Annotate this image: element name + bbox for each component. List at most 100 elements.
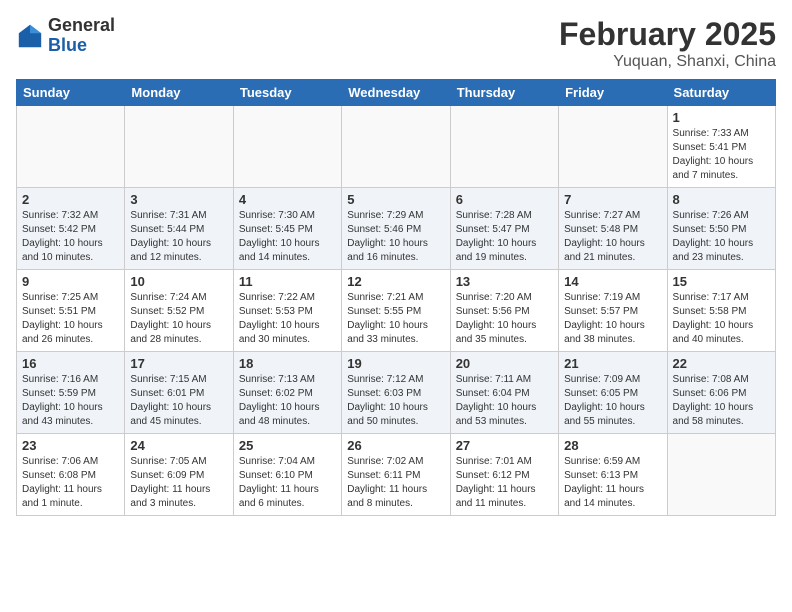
calendar-cell [559,106,667,188]
day-info: Sunrise: 7:31 AM Sunset: 5:44 PM Dayligh… [130,209,227,265]
calendar-cell: 4 Sunrise: 7:30 AM Sunset: 5:45 PM Daylig… [233,188,341,270]
calendar-cell: 18 Sunrise: 7:13 AM Sunset: 6:02 PM Dayli… [233,352,341,434]
calendar-cell: 16Sunrise: 7:16 AM Sunset: 5:59 PM Dayli… [17,352,125,434]
day-info: Sunrise: 7:33 AM Sunset: 5:41 PM Dayligh… [673,127,770,183]
title-block: February 2025 Yuquan, Shanxi, China [559,16,776,71]
day-number: 6 [456,192,553,207]
day-info: Sunrise: 7:29 AM Sunset: 5:46 PM Dayligh… [347,209,444,265]
day-info: Sunrise: 7:02 AM Sunset: 6:11 PM Dayligh… [347,455,444,511]
day-info: Sunrise: 7:15 AM Sunset: 6:01 PM Dayligh… [130,373,227,429]
day-number: 4 [239,192,336,207]
calendar-cell: 12Sunrise: 7:21 AM Sunset: 5:55 PM Dayli… [342,270,450,352]
month-title: February 2025 [559,16,776,53]
calendar-cell: 19 Sunrise: 7:12 AM Sunset: 6:03 PM Dayli… [342,352,450,434]
day-number: 21 [564,356,661,371]
weekday-header: Friday [559,80,667,106]
day-number: 15 [673,274,770,289]
day-info: Sunrise: 7:12 AM Sunset: 6:03 PM Dayligh… [347,373,444,429]
day-number: 10 [130,274,227,289]
weekday-header: Sunday [17,80,125,106]
day-number: 24 [130,438,227,453]
calendar-cell: 11 Sunrise: 7:22 AM Sunset: 5:53 PM Dayli… [233,270,341,352]
calendar-cell [342,106,450,188]
day-info: Sunrise: 7:22 AM Sunset: 5:53 PM Dayligh… [239,291,336,347]
day-info: Sunrise: 7:09 AM Sunset: 6:05 PM Dayligh… [564,373,661,429]
day-info: Sunrise: 7:17 AM Sunset: 5:58 PM Dayligh… [673,291,770,347]
calendar-cell: 13 Sunrise: 7:20 AM Sunset: 5:56 PM Dayli… [450,270,558,352]
day-info: Sunrise: 7:11 AM Sunset: 6:04 PM Dayligh… [456,373,553,429]
logo-blue: Blue [48,36,115,56]
calendar-cell: 9 Sunrise: 7:25 AM Sunset: 5:51 PM Daylig… [17,270,125,352]
calendar-cell: 25 Sunrise: 7:04 AM Sunset: 6:10 PM Dayli… [233,434,341,516]
calendar-cell: 24 Sunrise: 7:05 AM Sunset: 6:09 PM Dayli… [125,434,233,516]
calendar-table: SundayMondayTuesdayWednesdayThursdayFrid… [16,79,776,516]
day-number: 16 [22,356,119,371]
weekday-header: Tuesday [233,80,341,106]
day-info: Sunrise: 7:13 AM Sunset: 6:02 PM Dayligh… [239,373,336,429]
calendar-week-row: 1 Sunrise: 7:33 AM Sunset: 5:41 PM Daylig… [17,106,776,188]
day-info: Sunrise: 7:01 AM Sunset: 6:12 PM Dayligh… [456,455,553,511]
calendar-cell: 15 Sunrise: 7:17 AM Sunset: 5:58 PM Dayli… [667,270,775,352]
day-number: 23 [22,438,119,453]
day-number: 18 [239,356,336,371]
calendar-cell: 28 Sunrise: 6:59 AM Sunset: 6:13 PM Dayli… [559,434,667,516]
calendar-cell: 17 Sunrise: 7:15 AM Sunset: 6:01 PM Dayli… [125,352,233,434]
day-number: 26 [347,438,444,453]
calendar-cell: 6Sunrise: 7:28 AM Sunset: 5:47 PM Daylig… [450,188,558,270]
day-number: 8 [673,192,770,207]
day-number: 22 [673,356,770,371]
calendar-week-row: 9 Sunrise: 7:25 AM Sunset: 5:51 PM Daylig… [17,270,776,352]
calendar-week-row: 23 Sunrise: 7:06 AM Sunset: 6:08 PM Dayli… [17,434,776,516]
day-number: 2 [22,192,119,207]
calendar-cell: 3Sunrise: 7:31 AM Sunset: 5:44 PM Daylig… [125,188,233,270]
day-number: 25 [239,438,336,453]
weekday-header: Saturday [667,80,775,106]
day-info: Sunrise: 7:32 AM Sunset: 5:42 PM Dayligh… [22,209,119,265]
day-info: Sunrise: 7:20 AM Sunset: 5:56 PM Dayligh… [456,291,553,347]
day-number: 9 [22,274,119,289]
day-number: 13 [456,274,553,289]
weekday-header-row: SundayMondayTuesdayWednesdayThursdayFrid… [17,80,776,106]
logo: General Blue [16,16,115,56]
day-number: 27 [456,438,553,453]
day-info: Sunrise: 7:04 AM Sunset: 6:10 PM Dayligh… [239,455,336,511]
logo-text: General Blue [48,16,115,56]
day-number: 1 [673,110,770,125]
page-header: General Blue February 2025 Yuquan, Shanx… [16,16,776,71]
day-info: Sunrise: 7:08 AM Sunset: 6:06 PM Dayligh… [673,373,770,429]
day-info: Sunrise: 7:24 AM Sunset: 5:52 PM Dayligh… [130,291,227,347]
calendar-cell: 10 Sunrise: 7:24 AM Sunset: 5:52 PM Dayli… [125,270,233,352]
day-number: 20 [456,356,553,371]
day-number: 17 [130,356,227,371]
calendar-cell: 1 Sunrise: 7:33 AM Sunset: 5:41 PM Daylig… [667,106,775,188]
day-info: Sunrise: 7:30 AM Sunset: 5:45 PM Dayligh… [239,209,336,265]
calendar-cell [233,106,341,188]
day-info: Sunrise: 7:26 AM Sunset: 5:50 PM Dayligh… [673,209,770,265]
day-info: Sunrise: 7:06 AM Sunset: 6:08 PM Dayligh… [22,455,119,511]
day-number: 14 [564,274,661,289]
calendar-cell [17,106,125,188]
day-info: Sunrise: 7:25 AM Sunset: 5:51 PM Dayligh… [22,291,119,347]
day-number: 5 [347,192,444,207]
day-number: 7 [564,192,661,207]
day-info: Sunrise: 7:19 AM Sunset: 5:57 PM Dayligh… [564,291,661,347]
day-info: Sunrise: 6:59 AM Sunset: 6:13 PM Dayligh… [564,455,661,511]
day-number: 28 [564,438,661,453]
calendar-cell: 27 Sunrise: 7:01 AM Sunset: 6:12 PM Dayli… [450,434,558,516]
calendar-cell: 7Sunrise: 7:27 AM Sunset: 5:48 PM Daylig… [559,188,667,270]
calendar-cell [125,106,233,188]
calendar-cell: 14 Sunrise: 7:19 AM Sunset: 5:57 PM Dayli… [559,270,667,352]
logo-icon [16,22,44,50]
calendar-cell: 5 Sunrise: 7:29 AM Sunset: 5:46 PM Daylig… [342,188,450,270]
weekday-header: Monday [125,80,233,106]
calendar-cell: 21 Sunrise: 7:09 AM Sunset: 6:05 PM Dayli… [559,352,667,434]
day-number: 11 [239,274,336,289]
day-number: 12 [347,274,444,289]
day-info: Sunrise: 7:05 AM Sunset: 6:09 PM Dayligh… [130,455,227,511]
calendar-cell: 22 Sunrise: 7:08 AM Sunset: 6:06 PM Dayli… [667,352,775,434]
calendar-cell: 20 Sunrise: 7:11 AM Sunset: 6:04 PM Dayli… [450,352,558,434]
weekday-header: Wednesday [342,80,450,106]
day-number: 19 [347,356,444,371]
calendar-cell: 26 Sunrise: 7:02 AM Sunset: 6:11 PM Dayli… [342,434,450,516]
location: Yuquan, Shanxi, China [559,53,776,71]
